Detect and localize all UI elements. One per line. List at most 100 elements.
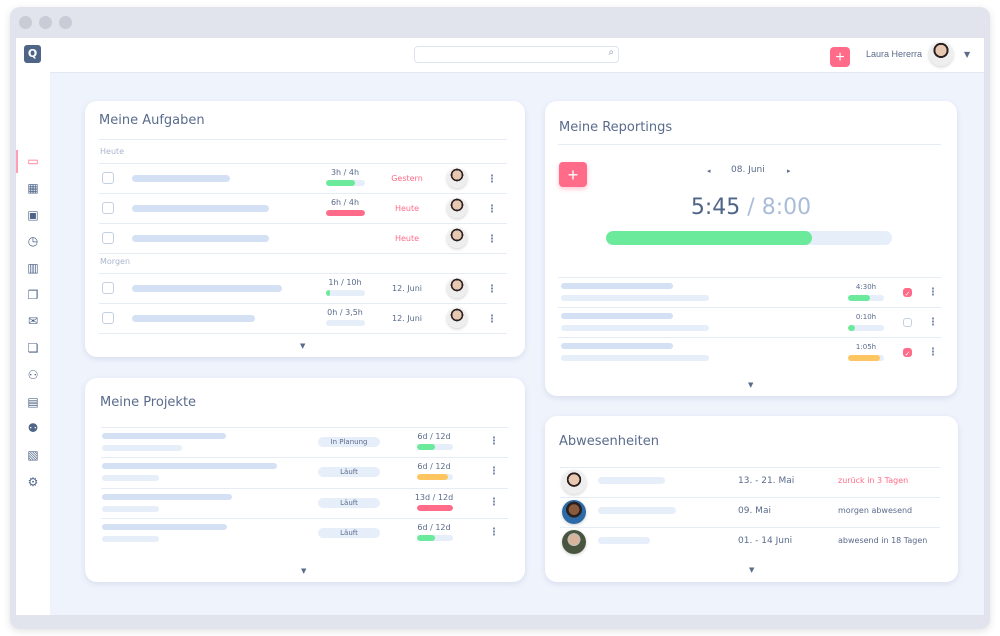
task-title-placeholder — [132, 175, 230, 182]
more-options-icon[interactable]: · · · — [489, 204, 495, 213]
app-logo[interactable]: Q — [24, 45, 41, 63]
sidebar-item-3[interactable]: ◷ — [16, 228, 50, 255]
project-row[interactable]: In Planung6d / 12d· · · — [85, 427, 525, 457]
expand-chevron-icon[interactable]: ▼ — [748, 381, 753, 389]
project-row[interactable]: Läuft6d / 12d· · · — [85, 457, 525, 487]
project-row[interactable]: Läuft13d / 12d· · · — [85, 488, 525, 518]
progress-bar — [326, 180, 365, 186]
report-icon: ▧ — [27, 448, 38, 462]
absence-row[interactable]: 01. - 14 Juni abwesend in 18 Tagen — [545, 527, 958, 557]
task-due-date: Heute — [377, 234, 437, 243]
report-checkbox[interactable]: ✓ — [903, 348, 912, 357]
next-day-icon[interactable]: ▸ — [787, 167, 791, 175]
project-row[interactable]: Läuft6d / 12d· · · — [85, 518, 525, 548]
sidebar-item-2[interactable]: ▣ — [16, 201, 50, 228]
project-status-badge: Läuft — [318, 528, 380, 538]
more-options-icon[interactable]: · · · — [491, 497, 497, 506]
absence-row[interactable]: 09. Maimorgen abwesend — [545, 497, 958, 527]
more-options-icon[interactable]: · · · — [491, 527, 497, 536]
sidebar-item-6[interactable]: ✉ — [16, 308, 50, 335]
progress-bar — [326, 210, 365, 216]
task-row[interactable]: Heute · · · — [85, 223, 525, 253]
report-checkbox[interactable]: ✓ — [903, 288, 912, 297]
sidebar-item-1[interactable]: ▦ — [16, 175, 50, 202]
more-options-icon[interactable]: · · · — [489, 314, 495, 323]
expand-chevron-icon[interactable]: ▼ — [300, 342, 305, 350]
more-options-icon[interactable]: · · · — [930, 287, 936, 296]
task-title-placeholder — [132, 235, 269, 242]
more-options-icon[interactable]: · · · — [489, 234, 495, 243]
task-checkbox[interactable] — [102, 232, 114, 244]
library-icon: ❐ — [28, 288, 39, 302]
window-maximize-dot[interactable] — [59, 16, 72, 29]
card-title: Meine Projekte — [100, 395, 196, 410]
sidebar-item-10[interactable]: ⚉ — [16, 415, 50, 442]
window-close-dot[interactable] — [19, 16, 32, 29]
hours-done: 5:45 — [691, 195, 740, 220]
sidebar-item-5[interactable]: ❐ — [16, 281, 50, 308]
absence-status: morgen abwesend — [838, 506, 912, 515]
progress-bar — [417, 474, 453, 480]
search-icon: ⌕ — [608, 47, 614, 58]
sidebar-item-12[interactable]: ⚙ — [16, 468, 50, 495]
user-avatar[interactable] — [929, 42, 953, 66]
report-checkbox[interactable] — [903, 318, 912, 327]
task-due-date: Gestern — [377, 174, 437, 183]
prev-day-icon[interactable]: ◂ — [707, 167, 711, 175]
report-time-label: 4:30h — [836, 283, 896, 291]
sidebar-item-7[interactable]: ❏ — [16, 335, 50, 362]
absence-dates: 01. - 14 Juni — [738, 536, 792, 546]
tasks-card: Meine Aufgaben Heute3h / 4hGestern· · ·6… — [85, 101, 525, 357]
project-subtitle-placeholder — [102, 475, 159, 481]
card-title: Abwesenheiten — [559, 434, 659, 449]
company-icon: ▤ — [27, 395, 38, 409]
add-button[interactable]: + — [830, 47, 850, 67]
report-subtitle-placeholder — [561, 325, 709, 331]
task-checkbox[interactable] — [102, 312, 114, 324]
absence-dates: 13. - 21. Mai — [738, 476, 794, 486]
report-subtitle-placeholder — [561, 295, 709, 301]
report-row[interactable]: 4:30h ✓ · · · — [545, 277, 957, 307]
sidebar-item-11[interactable]: ▧ — [16, 442, 50, 469]
person-name-placeholder — [598, 477, 665, 484]
report-row[interactable]: 0:10h· · · — [545, 307, 957, 337]
window-minimize-dot[interactable] — [39, 16, 52, 29]
user-name[interactable]: Laura Hererra — [866, 49, 922, 59]
sidebar-item-4[interactable]: ▥ — [16, 255, 50, 282]
sidebar-item-8[interactable]: ⚇ — [16, 362, 50, 389]
more-options-icon[interactable]: · · · — [489, 284, 495, 293]
report-row[interactable]: 1:05h✓· · · — [545, 337, 957, 367]
absence-status: abwesend in 18 Tagen — [838, 536, 927, 545]
section-label: Heute — [100, 147, 124, 156]
task-row[interactable]: 1h / 10h12. Juni· · · — [85, 273, 525, 303]
more-options-icon[interactable]: · · · — [930, 317, 936, 326]
search-input[interactable]: ⌕ — [414, 46, 619, 63]
project-status-badge: Läuft — [318, 498, 380, 508]
task-due-date: Heute — [377, 204, 437, 213]
task-progress-label: 0h / 3,5h — [315, 308, 375, 317]
task-checkbox[interactable] — [102, 282, 114, 294]
project-title-placeholder — [102, 494, 232, 500]
task-row[interactable]: 3h / 4hGestern· · · — [85, 163, 525, 193]
more-options-icon[interactable]: · · · — [491, 436, 497, 445]
sidebar-item-9[interactable]: ▤ — [16, 388, 50, 415]
inbox-icon: ▣ — [27, 208, 38, 222]
add-report-button[interactable]: + — [559, 162, 587, 187]
chevron-down-icon[interactable]: ▼ — [964, 50, 970, 59]
progress-bar — [326, 290, 365, 296]
task-checkbox[interactable] — [102, 172, 114, 184]
more-options-icon[interactable]: · · · — [489, 174, 495, 183]
project-title-placeholder — [102, 463, 277, 469]
section-label: Morgen — [100, 257, 130, 266]
task-row[interactable]: 0h / 3,5h12. Juni· · · — [85, 303, 525, 333]
timer-icon: ◷ — [28, 234, 38, 248]
task-row[interactable]: 6h / 4hHeute· · · — [85, 193, 525, 223]
absence-row[interactable]: 13. - 21. Maizurück in 3 Tagen — [545, 467, 958, 497]
more-options-icon[interactable]: · · · — [491, 466, 497, 475]
task-checkbox[interactable] — [102, 202, 114, 214]
sidebar-item-0[interactable]: ▭ — [16, 148, 50, 175]
person-avatar — [562, 530, 586, 554]
expand-chevron-icon[interactable]: ▼ — [749, 566, 754, 574]
more-options-icon[interactable]: · · · — [930, 347, 936, 356]
expand-chevron-icon[interactable]: ▼ — [301, 567, 306, 575]
